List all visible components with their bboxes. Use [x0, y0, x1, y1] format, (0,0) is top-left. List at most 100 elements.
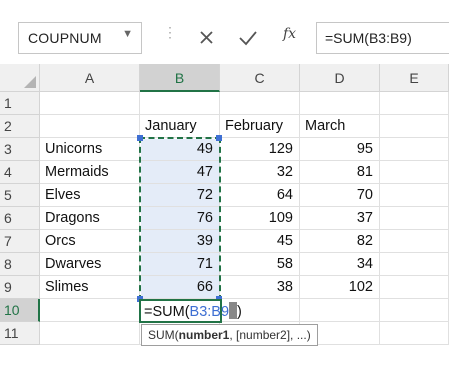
text-cursor	[229, 302, 238, 319]
row-header-5[interactable]: 5	[0, 184, 40, 207]
grid-cell[interactable]	[380, 92, 449, 115]
tooltip-remaining-arguments: , [number2], ...)	[229, 328, 311, 342]
cell-a3[interactable]: Unicorns	[40, 138, 140, 161]
formula-bar: COUPNUM ▼ ⋮ fx =SUM(B3:B9)	[0, 0, 449, 58]
month-header-february: February	[225, 118, 284, 134]
function-argument-tooltip[interactable]: SUM(number1, [number2], ...)	[141, 324, 318, 346]
march-value: 34	[356, 256, 373, 272]
row-header-8[interactable]: 8	[0, 253, 40, 276]
cell-a7[interactable]: Orcs	[40, 230, 140, 253]
select-all-triangle-icon	[24, 76, 36, 88]
row-header-3[interactable]: 3	[0, 138, 40, 161]
column-header-a[interactable]: A	[40, 64, 140, 92]
column-header-b[interactable]: B	[140, 64, 220, 92]
grid-cell[interactable]	[380, 230, 449, 253]
grid-cell[interactable]	[380, 276, 449, 299]
cell-d9[interactable]: 102	[300, 276, 380, 299]
grid-cell[interactable]	[220, 92, 300, 115]
editor-reference: B3:B9	[189, 304, 230, 320]
february-value: 58	[276, 256, 293, 272]
cell-d7[interactable]: 82	[300, 230, 380, 253]
cell-d8[interactable]: 34	[300, 253, 380, 276]
month-header-march: March	[305, 118, 346, 134]
formula-text: =SUM(B3:B9)	[325, 30, 412, 46]
cell-d4[interactable]: 81	[300, 161, 380, 184]
creature-name: Orcs	[45, 233, 76, 249]
cell-d3[interactable]: 95	[300, 138, 380, 161]
march-value: 102	[348, 279, 373, 295]
grid-cell[interactable]	[380, 322, 449, 345]
insert-function-button[interactable]: fx	[283, 26, 296, 42]
march-value: 82	[356, 233, 373, 249]
cell-a5[interactable]: Elves	[40, 184, 140, 207]
grid-cell[interactable]	[140, 92, 220, 115]
range-handle-top-right[interactable]	[216, 135, 222, 141]
editor-prefix: =SUM(	[144, 304, 190, 320]
column-header-e[interactable]: E	[380, 64, 449, 92]
tooltip-current-argument: number1	[178, 328, 230, 342]
grid-cell[interactable]	[380, 299, 449, 322]
cell-c8[interactable]: 58	[220, 253, 300, 276]
row-header-9[interactable]: 9	[0, 276, 40, 299]
cell-b2[interactable]: January	[140, 115, 220, 138]
range-handle-top-left[interactable]	[137, 135, 143, 141]
march-value: 70	[356, 187, 373, 203]
grid-cell[interactable]	[40, 115, 140, 138]
column-header-d[interactable]: D	[300, 64, 380, 92]
grid-cell[interactable]	[380, 184, 449, 207]
grid-cell[interactable]	[300, 92, 380, 115]
cell-c9[interactable]: 38	[220, 276, 300, 299]
cell-d2[interactable]: March	[300, 115, 380, 138]
row-header-4[interactable]: 4	[0, 161, 40, 184]
grid-cell[interactable]	[380, 253, 449, 276]
editor-suffix: )	[237, 304, 242, 320]
grid-cell[interactable]	[40, 299, 140, 322]
select-all-button[interactable]	[0, 64, 40, 92]
name-box-dropdown-icon[interactable]: ▼	[122, 28, 133, 40]
grid-cell[interactable]	[40, 322, 140, 345]
row-header-11[interactable]: 11	[0, 322, 40, 345]
cancel-x-icon	[200, 31, 213, 44]
cell-a6[interactable]: Dragons	[40, 207, 140, 230]
cell-c2[interactable]: February	[220, 115, 300, 138]
row-header-10[interactable]: 10	[0, 299, 40, 322]
range-marquee	[139, 137, 221, 301]
cell-a4[interactable]: Mermaids	[40, 161, 140, 184]
formula-bar-grip-icon[interactable]: ⋮	[163, 24, 177, 41]
cell-a9[interactable]: Slimes	[40, 276, 140, 299]
february-value: 38	[276, 279, 293, 295]
creature-name: Dwarves	[45, 256, 102, 272]
creature-name: Elves	[45, 187, 81, 203]
cell-c5[interactable]: 64	[220, 184, 300, 207]
grid-cell[interactable]	[40, 92, 140, 115]
grid-cell[interactable]	[300, 299, 380, 322]
row-header-6[interactable]: 6	[0, 207, 40, 230]
cancel-entry-button[interactable]	[197, 22, 217, 54]
row-header-1[interactable]: 1	[0, 92, 40, 115]
confirm-entry-button[interactable]	[237, 22, 259, 54]
cell-c7[interactable]: 45	[220, 230, 300, 253]
cell-d6[interactable]: 37	[300, 207, 380, 230]
cell-c6[interactable]: 109	[220, 207, 300, 230]
grid-cell[interactable]	[380, 161, 449, 184]
creature-name: Slimes	[45, 279, 89, 295]
grid-cell[interactable]	[380, 207, 449, 230]
row-header-2[interactable]: 2	[0, 115, 40, 138]
name-box[interactable]: COUPNUM ▼	[18, 22, 142, 54]
formula-input[interactable]: =SUM(B3:B9)	[316, 22, 449, 54]
month-header-january: January	[145, 118, 197, 134]
grid-cell[interactable]	[380, 115, 449, 138]
name-box-value: COUPNUM	[28, 30, 102, 46]
cell-d5[interactable]: 70	[300, 184, 380, 207]
column-header-c[interactable]: C	[220, 64, 300, 92]
cell-editor[interactable]: =SUM(B3:B9)	[144, 302, 242, 320]
row-header-7[interactable]: 7	[0, 230, 40, 253]
cell-c4[interactable]: 32	[220, 161, 300, 184]
february-value: 129	[268, 141, 293, 157]
cell-a8[interactable]: Dwarves	[40, 253, 140, 276]
march-value: 37	[356, 210, 373, 226]
cell-c3[interactable]: 129	[220, 138, 300, 161]
february-value: 45	[276, 233, 293, 249]
february-value: 109	[268, 210, 293, 226]
grid-cell[interactable]	[380, 138, 449, 161]
